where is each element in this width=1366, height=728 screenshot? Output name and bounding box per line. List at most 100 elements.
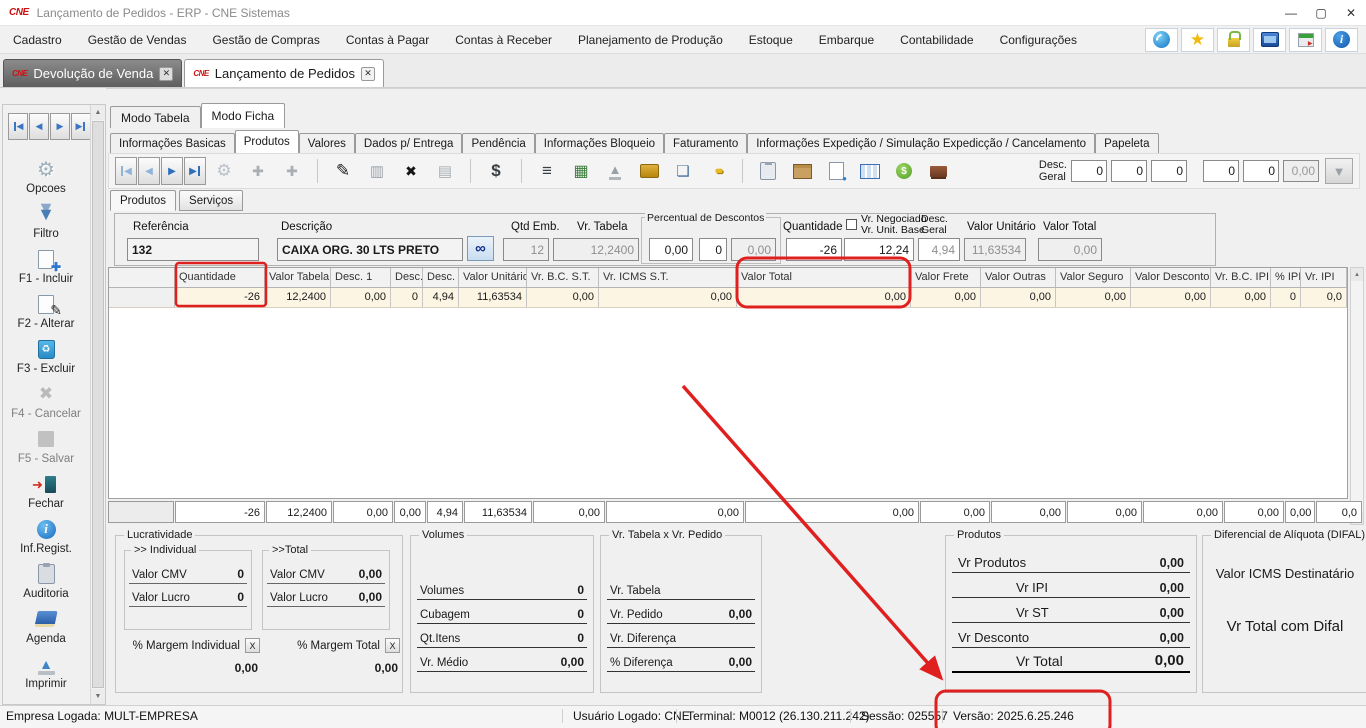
close-button[interactable]: ✕ <box>1336 1 1366 25</box>
maximize-button[interactable]: ▢ <box>1306 1 1336 25</box>
page-tab[interactable]: Pendência <box>462 133 534 153</box>
binoculars-icon[interactable]: ∞ <box>467 236 494 261</box>
sidebar-item-agenda[interactable]: Agenda <box>4 603 88 645</box>
vr-tabela-field[interactable]: 12,2400 <box>553 238 639 261</box>
grid-column-header[interactable]: Valor Total <box>737 268 911 287</box>
sidebar-item-opcoes[interactable]: Opcoes <box>4 153 88 195</box>
vr-negociado-checkbox[interactable] <box>846 219 857 230</box>
qtd-emb-field[interactable]: 12 <box>503 238 549 261</box>
desc-geral-field[interactable]: 0 <box>1071 160 1107 182</box>
desc-geral-field[interactable]: 0 <box>1203 160 1239 182</box>
grid-column-header[interactable]: Vr. ICMS S.T. <box>599 268 737 287</box>
mode-tab[interactable]: Modo Tabela <box>110 106 201 128</box>
document-tab[interactable]: CNE Devolução de Venda ✕ <box>3 59 182 87</box>
desc-geral-field[interactable]: 0 <box>1151 160 1187 182</box>
tab-close-icon[interactable]: ✕ <box>159 67 173 81</box>
grid-cell[interactable]: 12,2400 <box>265 288 331 307</box>
sidebar-item-f2-alterar[interactable]: F2 - Alterar <box>4 288 88 330</box>
next-record-icon[interactable]: ▶ <box>161 157 183 185</box>
scroll-up-icon[interactable]: ▲ <box>1351 268 1363 281</box>
table-icon[interactable] <box>858 158 882 184</box>
subtab[interactable]: Serviços <box>179 190 243 211</box>
money-icon[interactable] <box>484 158 508 184</box>
grid-column-header[interactable]: Vr. IPI <box>1301 268 1347 287</box>
grid-column-header[interactable]: Quantidade <box>175 268 265 287</box>
grid-column-header[interactable]: Valor Frete <box>911 268 981 287</box>
descricao-field[interactable]: CAIXA ORG. 30 LTS PRETO <box>277 238 463 261</box>
menu-item[interactable]: Embarque <box>806 26 887 53</box>
previous-record-icon[interactable]: ◀ <box>138 157 160 185</box>
save-icon[interactable] <box>433 158 457 184</box>
grid-cell[interactable]: -26 <box>175 288 265 307</box>
grid-cell[interactable]: 0,00 <box>1056 288 1131 307</box>
monitor-chart-icon[interactable] <box>1253 28 1286 52</box>
grid-column-header[interactable]: Desc. 3 <box>423 268 459 287</box>
favorites-star-icon[interactable]: ★ <box>1181 28 1214 52</box>
package-icon[interactable] <box>790 158 814 184</box>
grid-cell[interactable]: 0,00 <box>1131 288 1211 307</box>
paste-icon[interactable] <box>756 158 780 184</box>
grid-column-header[interactable]: % IPI <box>1271 268 1301 287</box>
sidebar-item-f1-incluir[interactable]: F1 - Incluir <box>4 243 88 285</box>
page-tab[interactable]: Informações Bloqueio <box>535 133 664 153</box>
last-record-icon[interactable]: ▶ <box>71 113 91 140</box>
first-record-icon[interactable]: ◀ <box>8 113 28 140</box>
valor-unitario-field[interactable]: 11,63534 <box>964 238 1026 261</box>
subtab[interactable]: Produtos <box>110 190 176 211</box>
menu-item[interactable]: Contabilidade <box>887 26 986 53</box>
page-tab[interactable]: Faturamento <box>664 133 747 153</box>
page-tab[interactable]: Produtos <box>235 130 299 153</box>
sidebar-item-close[interactable] <box>4 693 88 705</box>
sidebar-item-f3-excluir[interactable]: F3 - Excluir <box>4 333 88 375</box>
grid-column-header[interactable]: Desc. 2 <box>391 268 423 287</box>
percentual-field-1[interactable]: 0,00 <box>649 238 693 261</box>
lock-icon[interactable] <box>1217 28 1250 52</box>
coins-icon[interactable] <box>705 158 729 184</box>
grid-cell[interactable]: 0,00 <box>1211 288 1271 307</box>
sidebar-item-auditoria[interactable]: Auditoria <box>4 558 88 600</box>
sidebar-item-inf-regist[interactable]: Inf.Regist. <box>4 513 88 555</box>
quantidade-field[interactable]: -26 <box>786 238 842 261</box>
tools-icon[interactable] <box>212 158 236 184</box>
document-info-icon[interactable] <box>824 158 848 184</box>
add-icon[interactable] <box>246 158 270 184</box>
down-arrow-icon[interactable]: ▼ <box>1325 158 1353 184</box>
grid-column-header[interactable] <box>109 268 175 287</box>
sidebar-item-fechar[interactable]: Fechar <box>4 468 88 510</box>
menu-item[interactable]: Configurações <box>987 26 1090 53</box>
send-up-icon[interactable] <box>603 158 627 184</box>
grid-column-header[interactable]: Vr. B.C. IPI <box>1211 268 1271 287</box>
valor-total-field[interactable]: 0,00 <box>1038 238 1102 261</box>
machine-icon[interactable] <box>926 158 950 184</box>
grid-cell[interactable]: 0 <box>391 288 423 307</box>
export-excel-icon[interactable] <box>569 158 593 184</box>
scroll-up-icon[interactable]: ▲ <box>91 105 105 120</box>
margem-total-x-button[interactable]: X <box>385 638 400 653</box>
edit-icon[interactable] <box>331 158 355 184</box>
grid-cell[interactable]: 0,00 <box>737 288 911 307</box>
page-tab[interactable]: Informações Basicas <box>110 133 235 153</box>
sidebar-scrollbar[interactable]: ▲ ▼ <box>90 105 105 704</box>
percentual-field-3[interactable]: 0,00 <box>731 238 776 261</box>
grid-cell[interactable]: 0,00 <box>599 288 737 307</box>
sidebar-item-f5-salvar[interactable]: F5 - Salvar <box>4 423 88 465</box>
tab-close-icon[interactable]: ✕ <box>361 67 375 81</box>
list-icon[interactable] <box>535 158 559 184</box>
grid-column-header[interactable]: Valor Seguro <box>1056 268 1131 287</box>
desc-geral-form-field[interactable]: 4,94 <box>918 238 960 261</box>
page-tab[interactable]: Dados p/ Entrega <box>355 133 463 153</box>
mode-tab[interactable]: Modo Ficha <box>201 103 286 128</box>
page-tab[interactable]: Valores <box>299 133 355 153</box>
add-icon[interactable] <box>280 158 304 184</box>
grid-cell[interactable]: 0,00 <box>331 288 391 307</box>
margem-individual-x-button[interactable]: X <box>245 638 260 653</box>
grid-column-header[interactable]: Valor Outras <box>981 268 1056 287</box>
menu-item[interactable]: Cadastro <box>0 26 75 53</box>
previous-record-icon[interactable]: ◀ <box>29 113 49 140</box>
menu-item[interactable]: Planejamento de Produção <box>565 26 736 53</box>
sidebar-item-f4-cancelar[interactable]: F4 - Cancelar <box>4 378 88 420</box>
grid-cell[interactable]: 4,94 <box>423 288 459 307</box>
document-tab[interactable]: CNE Lançamento de Pedidos ✕ <box>184 59 384 87</box>
grid-column-header[interactable]: Valor Desconto <box>1131 268 1211 287</box>
minimize-button[interactable]: — <box>1276 1 1306 25</box>
